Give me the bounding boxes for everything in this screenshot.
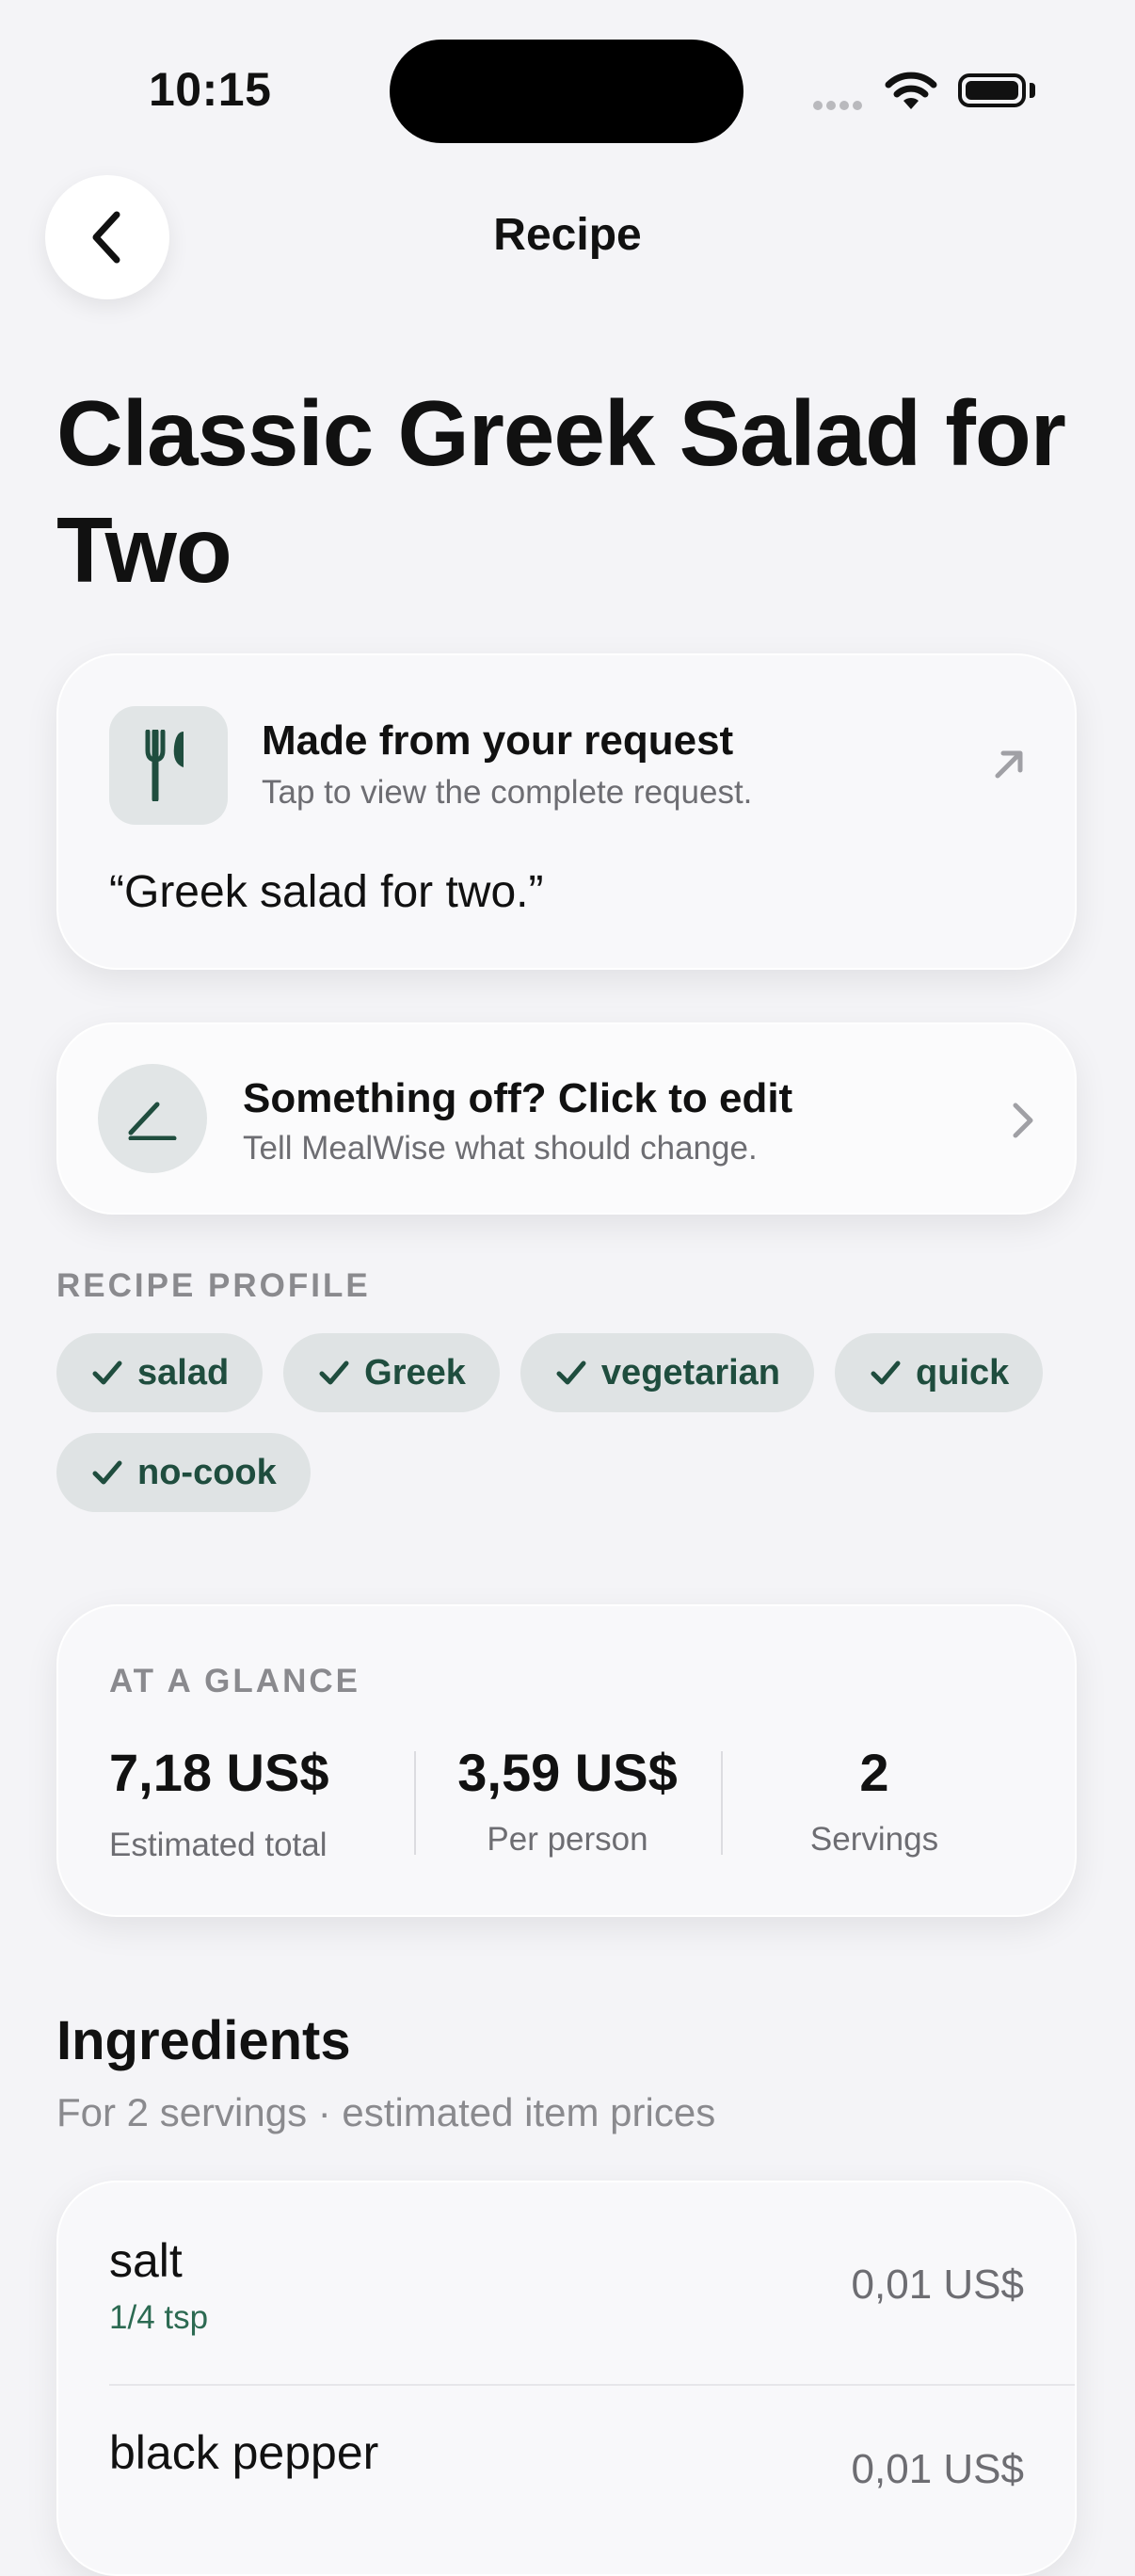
battery-cap: [1030, 83, 1035, 98]
row-divider: [109, 2384, 1075, 2386]
ingredients-subtitle: For 2 servings · estimated item prices: [56, 2090, 716, 2134]
cellular-signal-icon: [813, 98, 866, 115]
per-person-label: Per person: [487, 1821, 648, 1858]
ingredient-name: black pepper: [109, 2426, 379, 2479]
estimated-total-label: Estimated total: [109, 1827, 328, 1863]
tag-chip: no-cook: [56, 1433, 311, 1512]
checkmark-icon: [92, 1360, 122, 1385]
chevron-right-icon: [1011, 1102, 1035, 1144]
edit-card[interactable]: Something off? Click to edit Tell MealWi…: [56, 1022, 1077, 1215]
pencil-icon: [128, 1102, 177, 1140]
ingredient-name: salt: [109, 2234, 183, 2287]
page-title: Classic Greek Salad for Two: [56, 381, 1066, 602]
servings-label: Servings: [809, 1821, 939, 1858]
tag-chip: salad: [56, 1333, 264, 1412]
tag-chip: quick: [835, 1333, 1044, 1412]
wifi-icon: [885, 72, 937, 116]
request-icon-tile: [109, 706, 228, 825]
checkmark-icon: [92, 1460, 122, 1485]
ingredient-qty: 1/4 tsp: [109, 2299, 209, 2336]
fork-knife-icon: [145, 730, 184, 801]
nav-title: Recipe: [493, 210, 642, 260]
tag-chip: vegetarian: [520, 1333, 815, 1412]
tag-label: vegetarian: [600, 1352, 781, 1393]
estimated-total-value: 7,18 US$: [109, 1743, 329, 1802]
arrow-up-right-icon: [992, 748, 1026, 786]
checkmark-icon: [556, 1360, 586, 1385]
tag-chip: Greek: [283, 1333, 500, 1412]
checkmark-icon: [319, 1360, 349, 1385]
ingredient-price: 0,01 US$: [851, 2446, 1024, 2492]
dynamic-island: [390, 40, 743, 143]
edit-icon-circle: [98, 1064, 207, 1173]
checkmark-icon: [871, 1360, 901, 1385]
ingredients-title: Ingredients: [56, 2010, 351, 2071]
tag-label: Greek: [364, 1352, 466, 1393]
ingredients-list: salt 1/4 tsp 0,01 US$ black pepper 0,01 …: [56, 2181, 1077, 2576]
tag-label: quick: [916, 1352, 1010, 1393]
status-time: 10:15: [149, 63, 272, 116]
edit-title: Something off? Click to edit: [243, 1075, 793, 1121]
request-quote: “Greek salad for two.”: [109, 867, 544, 917]
edit-subtitle: Tell MealWise what should change.: [243, 1130, 758, 1167]
servings-value: 2: [859, 1743, 889, 1802]
tag-label: no-cook: [137, 1452, 277, 1492]
glance-label: AT A GLANCE: [109, 1663, 360, 1699]
request-subtitle: Tap to view the complete request.: [262, 774, 753, 811]
per-person-value: 3,59 US$: [457, 1743, 678, 1802]
recipe-profile-tags: salad Greek vegetarian quick no-cook: [56, 1333, 1082, 1512]
ingredient-price: 0,01 US$: [851, 2262, 1024, 2308]
tag-label: salad: [137, 1352, 230, 1393]
battery-icon: [958, 73, 1026, 107]
request-card[interactable]: Made from your request Tap to view the c…: [56, 653, 1077, 970]
recipe-profile-label: RECIPE PROFILE: [56, 1267, 371, 1304]
request-title: Made from your request: [262, 717, 734, 764]
at-a-glance-card: AT A GLANCE 7,18 US$ Estimated total 3,5…: [56, 1604, 1077, 1917]
